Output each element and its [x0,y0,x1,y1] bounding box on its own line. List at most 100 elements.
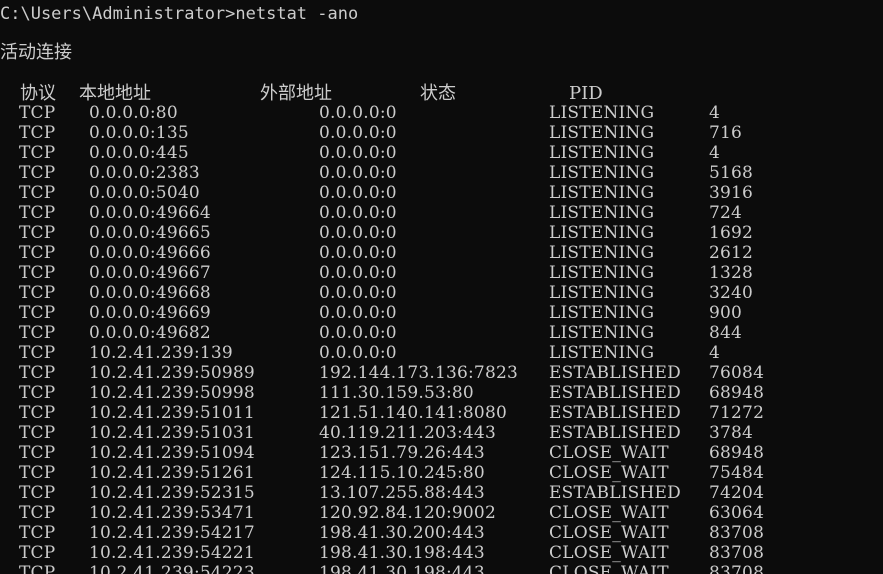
row-proto: TCP [19,563,56,574]
row-local-address: 10.2.41.239:53471 [89,503,255,523]
row-local-address: 0.0.0.0:49667 [89,263,211,283]
row-local-address: 10.2.41.239:50998 [89,383,255,403]
row-foreign-address: 40.119.211.203:443 [319,423,496,443]
row-proto: TCP [19,403,56,423]
header-local-address: 本地地址 [79,83,151,104]
row-pid: 900 [709,303,743,323]
row-state: CLOSE_WAIT [549,503,669,523]
connection-row: TCP 10.2.41.239:54221 198.41.30.198:443 CLO… [0,543,883,563]
row-pid: 3784 [709,423,754,443]
row-state: CLOSE_WAIT [549,543,669,563]
row-pid: 724 [709,203,743,223]
row-foreign-address: 0.0.0.0:0 [319,263,397,283]
row-proto: TCP [19,463,56,483]
row-foreign-address: 0.0.0.0:0 [319,283,397,303]
row-proto: TCP [19,383,56,403]
row-local-address: 0.0.0.0:5040 [89,183,200,203]
row-foreign-address: 120.92.84.120:9002 [319,503,496,523]
row-state: LISTENING [549,263,655,283]
row-foreign-address: 0.0.0.0:0 [319,163,397,183]
row-foreign-address: 0.0.0.0:0 [319,103,397,123]
row-proto: TCP [19,443,56,463]
console-window[interactable]: C:\Users\Administrator>netstat -ano 活动连接… [0,0,883,574]
connection-row: TCP 0.0.0.0:49682 0.0.0.0:0 LISTENING 844 [0,323,883,343]
row-foreign-address: 0.0.0.0:0 [319,343,397,363]
row-local-address: 10.2.41.239:50989 [89,363,255,383]
row-proto: TCP [19,483,56,503]
connection-row: TCP 0.0.0.0:49669 0.0.0.0:0 LISTENING 900 [0,303,883,323]
row-local-address: 10.2.41.239:51094 [89,443,255,463]
row-local-address: 0.0.0.0:80 [89,103,178,123]
row-pid: 1692 [709,223,754,243]
connection-row: TCP 10.2.41.239:54217 198.41.30.200:443 CLO… [0,523,883,543]
row-state: LISTENING [549,243,655,263]
row-local-address: 0.0.0.0:49664 [89,203,211,223]
command-line: C:\Users\Administrator>netstat -ano [0,4,359,24]
row-proto: TCP [19,183,56,203]
row-state: LISTENING [549,223,655,243]
row-foreign-address: 0.0.0.0:0 [319,323,397,343]
row-state: LISTENING [549,103,655,123]
row-local-address: 10.2.41.239:52315 [89,483,255,503]
row-proto: TCP [19,343,56,363]
row-pid: 4 [709,103,721,123]
row-pid: 3916 [709,183,754,203]
row-proto: TCP [19,163,56,183]
row-state: CLOSE_WAIT [549,523,669,543]
row-state: ESTABLISHED [549,403,681,423]
connection-list: TCP 0.0.0.0:80 0.0.0.0:0 LISTENING 4 TCP 0.0.0… [0,103,883,574]
connection-row: TCP 10.2.41.239:50998 111.30.159.53:80 ESTA… [0,383,883,403]
row-proto: TCP [19,323,56,343]
row-foreign-address: 0.0.0.0:0 [319,223,397,243]
row-state: LISTENING [549,203,655,223]
row-state: LISTENING [549,143,655,163]
row-state: CLOSE_WAIT [549,463,669,483]
row-pid: 83708 [709,543,765,563]
connection-row: TCP 10.2.41.239:53471 120.92.84.120:9002 CL… [0,503,883,523]
connection-row: TCP 0.0.0.0:49664 0.0.0.0:0 LISTENING 724 [0,203,883,223]
row-pid: 844 [709,323,743,343]
row-proto: TCP [19,123,56,143]
row-local-address: 10.2.41.239:54221 [89,543,255,563]
row-state: ESTABLISHED [549,423,681,443]
section-title: 活动连接 [0,42,72,63]
row-proto: TCP [19,203,56,223]
row-pid: 68948 [709,383,765,403]
connection-row: TCP 0.0.0.0:49668 0.0.0.0:0 LISTENING 3240 [0,283,883,303]
row-pid: 716 [709,123,743,143]
row-foreign-address: 121.51.140.141:8080 [319,403,507,423]
connection-row: TCP 10.2.41.239:50989 192.144.173.136:7823… [0,363,883,383]
row-pid: 1328 [709,263,754,283]
connection-row: TCP 10.2.41.239:51031 40.119.211.203:443 ES… [0,423,883,443]
row-state: ESTABLISHED [549,363,681,383]
row-proto: TCP [19,243,56,263]
row-pid: 74204 [709,483,765,503]
row-proto: TCP [19,223,56,243]
row-local-address: 0.0.0.0:49682 [89,323,211,343]
row-proto: TCP [19,363,56,383]
header-pid: PID [569,83,603,104]
row-foreign-address: 0.0.0.0:0 [319,203,397,223]
row-pid: 83708 [709,563,765,574]
row-local-address: 10.2.41.239:51031 [89,423,255,443]
row-foreign-address: 0.0.0.0:0 [319,183,397,203]
row-proto: TCP [19,263,56,283]
row-state: LISTENING [549,163,655,183]
row-pid: 4 [709,343,721,363]
row-local-address: 0.0.0.0:49668 [89,283,211,303]
row-proto: TCP [19,423,56,443]
row-state: LISTENING [549,303,655,323]
row-state: CLOSE_WAIT [549,443,669,463]
row-local-address: 0.0.0.0:49669 [89,303,211,323]
row-proto: TCP [19,523,56,543]
row-pid: 63064 [709,503,765,523]
row-local-address: 10.2.41.239:54223 [89,563,255,574]
connection-row: TCP 0.0.0.0:5040 0.0.0.0:0 LISTENING 3916 [0,183,883,203]
row-foreign-address: 0.0.0.0:0 [319,123,397,143]
row-state: ESTABLISHED [549,483,681,503]
row-foreign-address: 192.144.173.136:7823 [319,363,518,383]
row-state: ESTABLISHED [549,383,681,403]
row-local-address: 0.0.0.0:49665 [89,223,211,243]
row-pid: 71272 [709,403,765,423]
row-state: CLOSE_WAIT [549,563,669,574]
